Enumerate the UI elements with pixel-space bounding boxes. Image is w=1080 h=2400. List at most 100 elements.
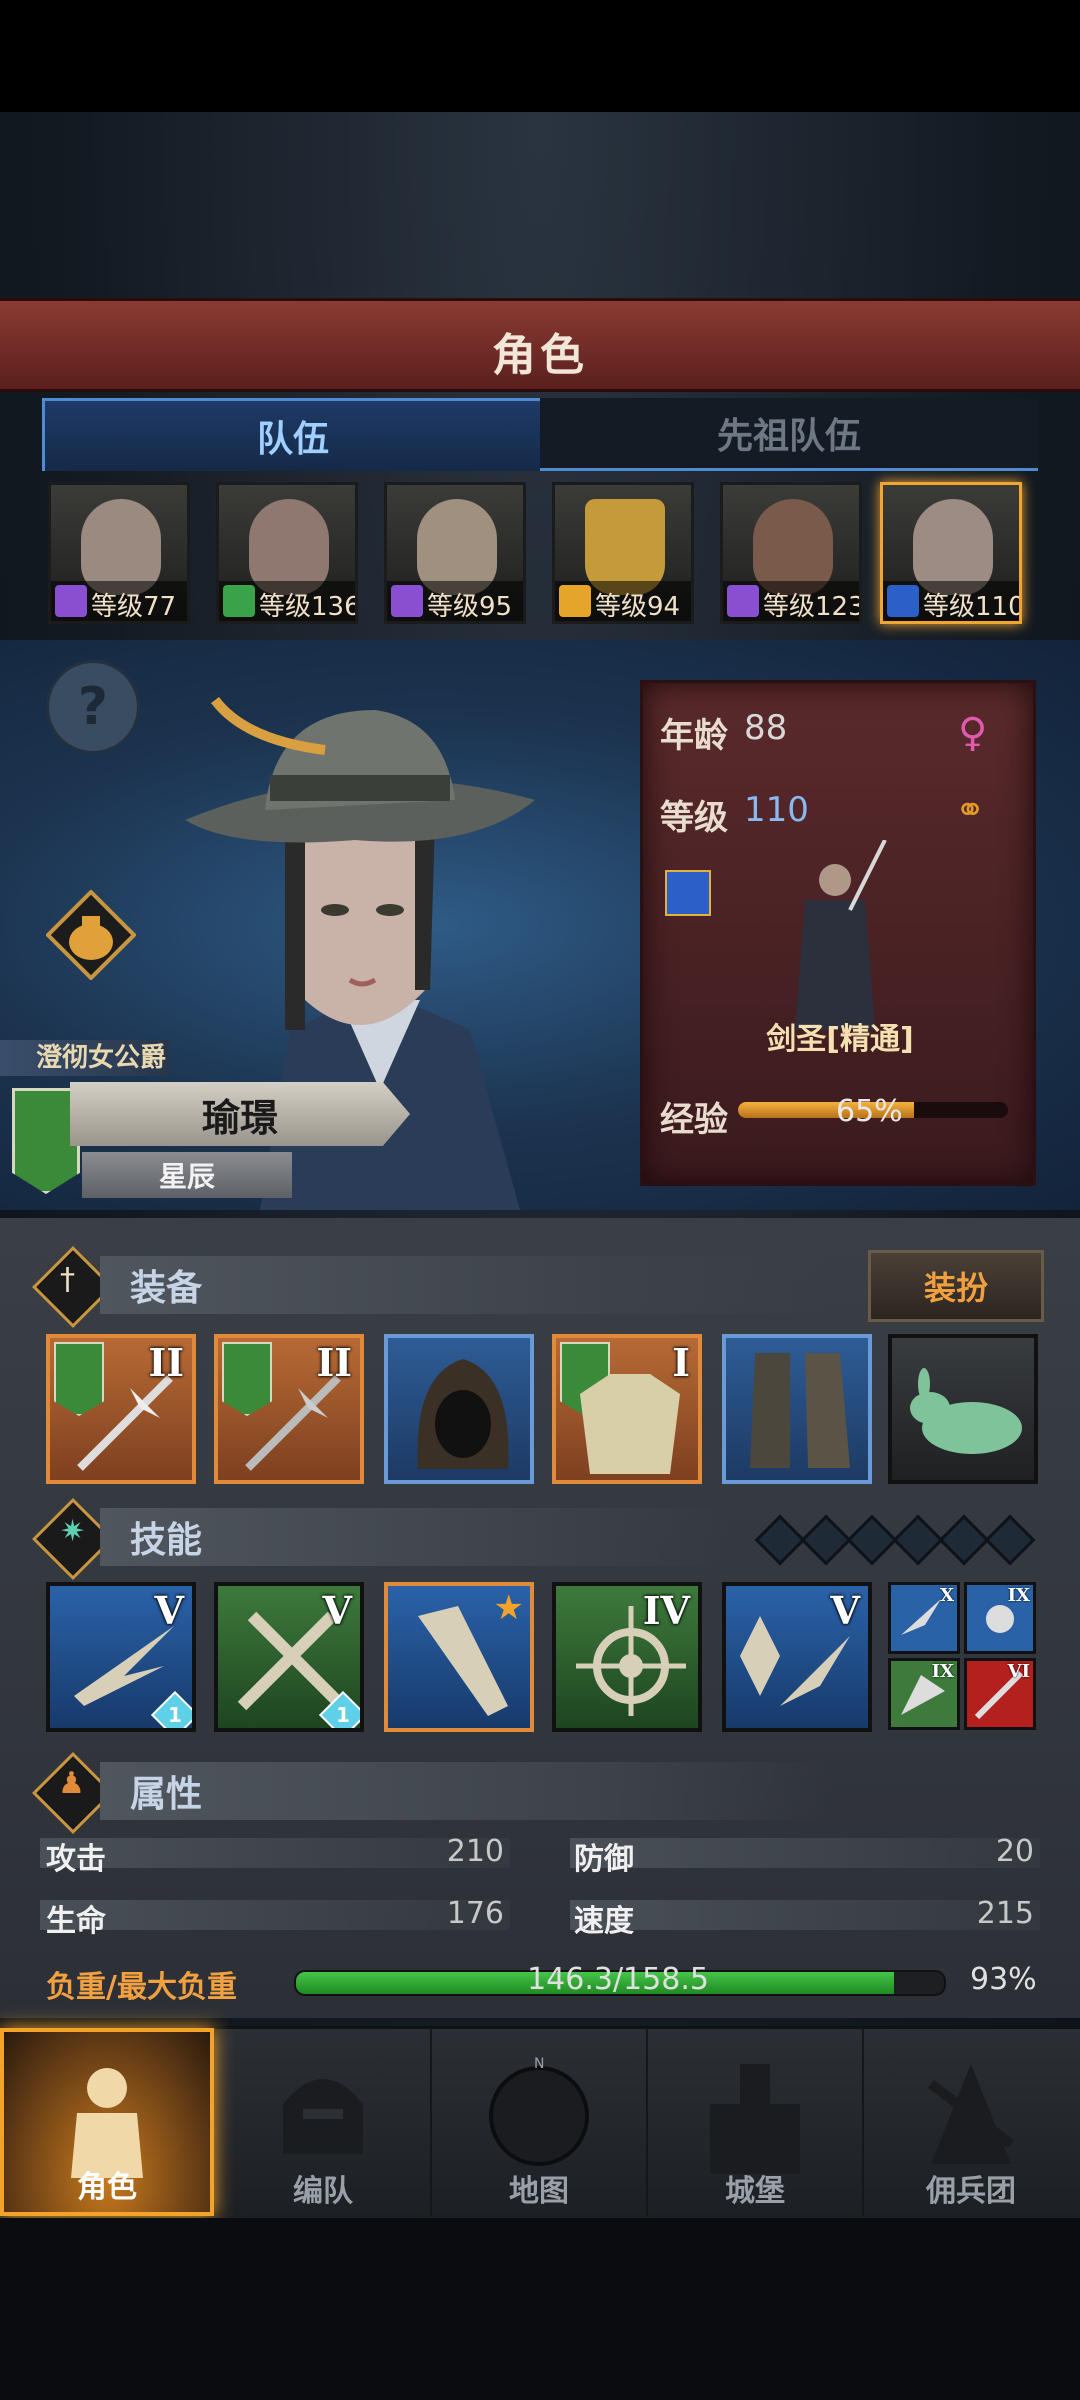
nav-label: 编队	[293, 2174, 353, 2209]
rank: X	[940, 1585, 954, 1606]
health-value: 176	[446, 1896, 504, 1931]
attributes-section-title: 属性	[100, 1762, 830, 1820]
skill-slot-5[interactable]: V	[722, 1582, 872, 1732]
roster-portrait-2[interactable]: 等级136	[216, 482, 358, 624]
knight-icon	[71, 2068, 143, 2178]
equip-slot-weapon-2[interactable]: II	[214, 1334, 364, 1484]
navigation-bar-area	[0, 2218, 1080, 2400]
roster-level: 等级77	[91, 592, 177, 622]
rank: V	[322, 1588, 352, 1633]
roster-portrait-5[interactable]: 等级123	[720, 482, 862, 624]
status-bar	[0, 0, 1080, 112]
character-name[interactable]: 瑜璟	[70, 1082, 410, 1146]
exp-percent: 65%	[836, 1094, 903, 1129]
age-value: 88	[744, 708, 788, 748]
guild-banner-icon	[12, 1088, 80, 1194]
sword-class-icon	[665, 870, 711, 916]
header-band: 角色	[0, 298, 1080, 392]
nav-label: 佣兵团	[926, 2174, 1016, 2209]
rank: V	[154, 1588, 184, 1633]
character-title: 澄彻女公爵	[0, 1040, 170, 1076]
class-name: 剑圣[精通]	[766, 1022, 914, 1057]
mercenary-icon	[928, 2064, 1014, 2164]
rank: II	[316, 1340, 352, 1385]
svg-text:N: N	[534, 2056, 544, 2072]
equip-slot-head[interactable]	[384, 1334, 534, 1484]
class-icon	[887, 585, 919, 617]
jade-rabbit-icon	[910, 1368, 1022, 1454]
star-burst-icon: ✷	[60, 1514, 86, 1549]
nav-mercenary[interactable]: 佣兵团	[864, 2028, 1078, 2216]
level-label: 等级	[660, 798, 728, 838]
page-title: 角色	[492, 330, 588, 381]
tab-ancestor-team[interactable]: 先祖队伍	[540, 398, 1038, 471]
class-icon	[559, 585, 591, 617]
star-icon: ★	[493, 1588, 524, 1628]
roster-level: 等级95	[427, 592, 513, 622]
tab-team[interactable]: 队伍	[42, 398, 544, 471]
nav-label: 城堡	[725, 2174, 785, 2209]
rank: IV	[642, 1588, 690, 1633]
equip-slot-armor[interactable]: I	[552, 1334, 702, 1484]
boots-icon	[750, 1353, 850, 1468]
nav-label: 地图	[509, 2174, 569, 2209]
mini-skill-3[interactable]: IX	[888, 1658, 960, 1730]
nav-formation[interactable]: 编队	[216, 2028, 432, 2216]
level-value: 110	[744, 790, 809, 830]
mini-skill-1[interactable]: X	[888, 1582, 960, 1654]
rank: VI	[1007, 1661, 1030, 1682]
mini-skill-2[interactable]: IX	[964, 1582, 1036, 1654]
class-icon	[223, 585, 255, 617]
load-label: 负重/最大负重	[46, 1970, 237, 2005]
equip-slot-boots[interactable]	[722, 1334, 872, 1484]
equip-slot-weapon-1[interactable]: II	[46, 1334, 196, 1484]
mini-skill-4[interactable]: VI	[964, 1658, 1036, 1730]
class-icon	[727, 585, 759, 617]
speed-value: 215	[976, 1896, 1034, 1931]
nav-map[interactable]: N 地图	[432, 2028, 648, 2216]
castle-icon	[710, 2064, 800, 2174]
load-percent: 93%	[970, 1962, 1037, 1997]
speed-label: 速度	[574, 1904, 634, 1939]
attack-value: 210	[446, 1834, 504, 1869]
character-hat	[185, 696, 535, 843]
roster-portrait-4[interactable]: 等级94	[552, 482, 694, 624]
dagger-icon: †	[60, 1262, 75, 1297]
help-icon[interactable]: ?	[46, 660, 140, 754]
roster-portrait-3[interactable]: 等级95	[384, 482, 526, 624]
roster-portrait-6-selected[interactable]: 等级110	[880, 482, 1022, 624]
roster-level: 等级110	[923, 592, 1022, 622]
class-icon	[55, 585, 87, 617]
age-label: 年龄	[660, 716, 728, 756]
skills-section-title: 技能	[100, 1508, 730, 1566]
compass-icon: N	[489, 2056, 589, 2166]
rank: V	[830, 1588, 860, 1633]
skill-slot-3[interactable]: ★	[384, 1582, 534, 1732]
person-icon: ♟	[58, 1766, 85, 1801]
ring-icon[interactable]: ⚭	[955, 790, 985, 831]
dress-up-button[interactable]: 装扮	[868, 1250, 1044, 1322]
skill-slot-4[interactable]: IV	[552, 1582, 702, 1732]
nav-character[interactable]: 角色	[0, 2028, 214, 2216]
class-figure	[795, 840, 887, 1030]
skill-slot-2[interactable]: V 1	[214, 1582, 364, 1732]
rank: I	[672, 1340, 690, 1385]
roster-level: 等级94	[595, 592, 681, 622]
roster-level: 等级123	[763, 592, 862, 622]
equip-slot-accessory[interactable]	[888, 1334, 1038, 1484]
character-subtitle: 星辰	[82, 1152, 292, 1198]
class-icon	[391, 585, 423, 617]
nav-castle[interactable]: 城堡	[648, 2028, 864, 2216]
nav-label: 角色	[77, 2170, 137, 2205]
skill-slot-1[interactable]: V 1	[46, 1582, 196, 1732]
potion-bag-icon[interactable]	[46, 890, 136, 980]
health-label: 生命	[46, 1904, 106, 1939]
defense-value: 20	[995, 1834, 1034, 1869]
exp-label: 经验	[660, 1100, 728, 1140]
roster-portrait-1[interactable]: 等级77	[48, 482, 190, 624]
equipment-section-title: 装备	[100, 1256, 830, 1314]
rank: II	[148, 1340, 184, 1385]
hood-icon	[417, 1359, 509, 1469]
load-value: 146.3/158.5	[527, 1962, 709, 1997]
rank: IX	[1007, 1585, 1030, 1606]
